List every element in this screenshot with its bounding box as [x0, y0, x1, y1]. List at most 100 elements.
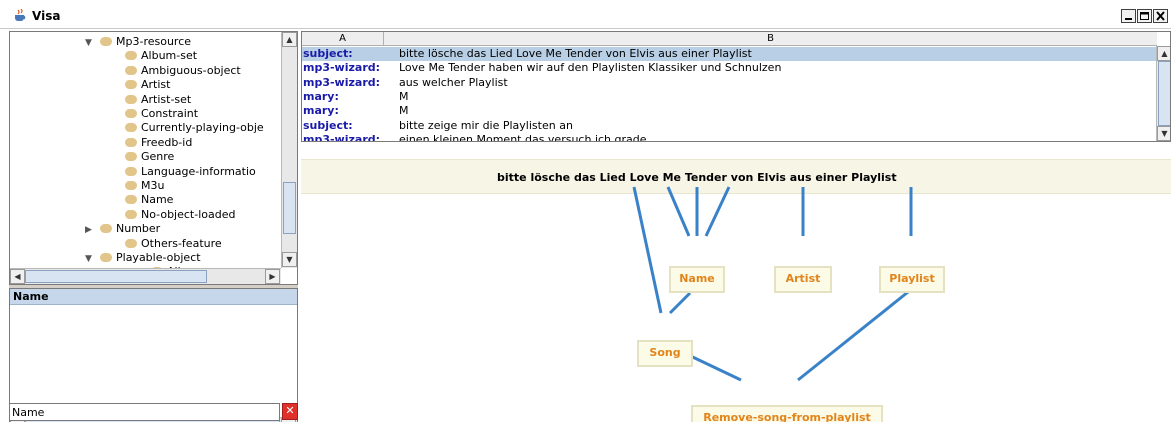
column-header-b[interactable]: B: [384, 32, 1157, 46]
utterance-cell[interactable]: M: [399, 90, 409, 103]
table-row[interactable]: mary: M: [302, 104, 1157, 118]
class-node-icon: [125, 152, 137, 162]
table-row[interactable]: subject: bitte lösche das Lied Love Me Te…: [302, 47, 1157, 61]
utterance-cell[interactable]: Love Me Tender haben wir auf den Playlis…: [399, 61, 781, 74]
clear-filter-button[interactable]: ✕: [282, 403, 298, 420]
tree-item[interactable]: Others-feature: [125, 237, 222, 251]
window-controls: [1121, 9, 1168, 23]
class-node-icon: [125, 80, 137, 90]
scroll-thumb[interactable]: [1158, 61, 1170, 126]
utterance-cell[interactable]: bitte lösche das Lied Love Me Tender von…: [399, 47, 752, 60]
speaker-cell[interactable]: mp3-wizard:: [302, 133, 386, 141]
speaker-cell[interactable]: mary:: [302, 90, 386, 103]
edge-love-name: [666, 186, 691, 237]
tree-item-label: Freedb-id: [141, 135, 193, 149]
name-filter-input[interactable]: [9, 403, 280, 421]
tree-item-label: M3u: [141, 179, 165, 192]
scroll-down-button[interactable]: ▼: [282, 252, 297, 267]
table-row[interactable]: mp3-wizard: aus welcher Playlist: [302, 76, 1157, 90]
tree-item[interactable]: Artist: [125, 78, 170, 92]
maximize-button[interactable]: [1137, 9, 1152, 23]
graph-edges: [632, 186, 913, 382]
table-row[interactable]: mp3-wizard: einen kleinen Moment das vers…: [302, 133, 1157, 141]
table-vertical-scrollbar[interactable]: ▲ ▼: [1156, 46, 1170, 141]
tree-item-label: Album-set: [141, 49, 198, 63]
tree-item[interactable]: ▼ Mp3-resource: [85, 35, 191, 49]
close-button[interactable]: [1153, 9, 1168, 23]
tree-item[interactable]: Constraint: [125, 107, 198, 121]
minimize-button[interactable]: [1121, 9, 1136, 23]
title-bar: Visa: [0, 0, 1171, 29]
tree-item[interactable]: ▶ Number: [85, 222, 160, 236]
collapsed-toggle-icon[interactable]: ▶: [85, 224, 95, 237]
tree-item[interactable]: Language-informatio: [125, 165, 256, 179]
scroll-up-button[interactable]: ▲: [282, 32, 297, 47]
scroll-thumb[interactable]: [283, 182, 296, 234]
tree-item[interactable]: Album-set: [125, 49, 197, 63]
tree-item-label: Mp3-resource: [116, 35, 192, 48]
speaker-cell[interactable]: mp3-wizard:: [302, 61, 386, 74]
tree-item[interactable]: Freedb-id: [125, 136, 192, 150]
speaker-cell[interactable]: mary:: [302, 104, 386, 117]
column-header-a[interactable]: A: [302, 32, 384, 46]
tree-item-label: Language-informatio: [141, 164, 256, 178]
name-list[interactable]: Name ◀ ▶: [9, 288, 298, 422]
class-node-icon: [125, 51, 137, 61]
tree-item-label: Artist-set: [141, 92, 192, 106]
graph-node-name[interactable]: Name: [669, 266, 725, 293]
red-x-icon: ✕: [285, 404, 295, 417]
scroll-right-button[interactable]: ▶: [265, 269, 280, 284]
right-panel: A B subject: bitte lösche das Lied Love M…: [301, 31, 1171, 422]
speaker-cell[interactable]: subject:: [302, 47, 386, 60]
tree-item[interactable]: Artist-set: [125, 93, 191, 107]
expanded-toggle-icon[interactable]: ▼: [85, 253, 95, 266]
tree-item[interactable]: Currently-playing-obje: [125, 121, 264, 135]
tree-item[interactable]: M3u: [125, 179, 164, 193]
utterance-cell[interactable]: bitte zeige mir die Playlisten an: [399, 119, 573, 132]
ontology-tree[interactable]: ▼ Mp3-resource Album-set Ambiguous-object Ar…: [9, 31, 298, 285]
scroll-thumb[interactable]: [25, 270, 207, 283]
graph-node-song[interactable]: Song: [637, 340, 693, 367]
speaker-cell[interactable]: subject:: [302, 119, 386, 132]
tree-horizontal-scrollbar[interactable]: ◀ ▶: [10, 268, 281, 284]
name-list-header: Name: [10, 289, 297, 305]
tree-item-label: Playable-object: [116, 251, 201, 264]
scroll-left-button[interactable]: ◀: [10, 269, 25, 284]
edge-name-song: [668, 291, 692, 315]
tree-item[interactable]: Genre: [125, 150, 174, 164]
class-node-icon: [125, 65, 137, 75]
class-node-icon: [125, 209, 137, 219]
class-node-icon: [125, 195, 137, 205]
table-row[interactable]: subject: bitte zeige mir die Playlisten a…: [302, 119, 1157, 133]
graph-node-remove-song-from-playlist[interactable]: Remove-song-from-playlist: [691, 405, 883, 422]
tree-item-label: Ambiguous-object: [141, 63, 241, 77]
tree-vertical-scrollbar[interactable]: ▲ ▼: [281, 32, 297, 268]
tree-item-label: Name: [141, 193, 174, 207]
close-icon: [1156, 11, 1165, 21]
utterance-cell[interactable]: aus welcher Playlist: [399, 76, 508, 89]
graph-node-playlist[interactable]: Playlist: [879, 266, 945, 293]
tree-item[interactable]: Name: [125, 193, 173, 207]
tree-item-label: Others-feature: [141, 236, 222, 250]
tree-item-label: Currently-playing-obje: [141, 121, 264, 135]
java-cup-icon: [15, 9, 26, 21]
tree-items: ▼ Mp3-resource Album-set Ambiguous-object Ar…: [10, 32, 280, 278]
utterance-cell[interactable]: M: [399, 104, 409, 117]
scroll-up-button[interactable]: ▲: [1157, 46, 1170, 61]
utterance-cell[interactable]: einen kleinen Moment das versuch ich gra…: [399, 133, 647, 141]
edge-playlist-root: [797, 290, 909, 382]
scroll-down-button[interactable]: ▼: [1157, 126, 1170, 141]
graph-node-artist[interactable]: Artist: [774, 266, 832, 293]
speaker-cell[interactable]: mp3-wizard:: [302, 76, 386, 89]
expanded-toggle-icon[interactable]: ▼: [85, 37, 95, 50]
class-node-icon: [100, 37, 112, 46]
class-node-icon: [125, 137, 137, 147]
tree-item[interactable]: ▼ Playable-object: [85, 251, 201, 265]
dialogue-table[interactable]: A B subject: bitte lösche das Lied Love M…: [301, 31, 1171, 142]
tree-item[interactable]: Ambiguous-object: [125, 64, 241, 78]
table-row[interactable]: mary: M: [302, 90, 1157, 104]
tree-item[interactable]: No-object-loaded: [125, 208, 235, 222]
minimize-icon: [1125, 18, 1132, 20]
table-row[interactable]: mp3-wizard: Love Me Tender haben wir auf …: [302, 61, 1157, 75]
tree-item-label: Number: [116, 222, 161, 236]
